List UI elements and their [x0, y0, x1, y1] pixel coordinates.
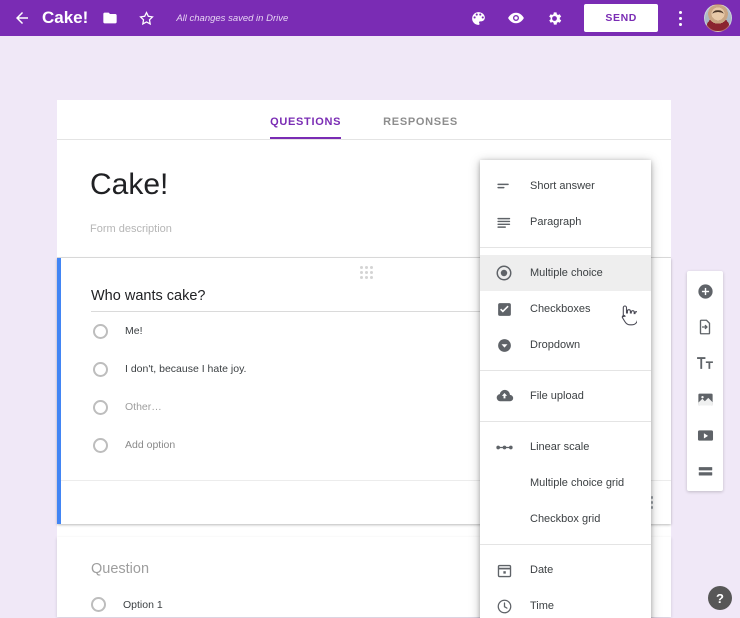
menu-label: Checkboxes	[530, 303, 591, 315]
add-image-button[interactable]	[692, 386, 718, 412]
radio-icon	[93, 438, 108, 453]
help-button[interactable]: ?	[708, 586, 732, 610]
menu-separator	[480, 421, 651, 422]
radio-icon[interactable]	[93, 324, 108, 339]
tab-questions[interactable]: QUESTIONS	[270, 116, 341, 139]
radio-grid-icon	[494, 473, 514, 493]
paragraph-icon	[494, 212, 514, 232]
menu-item-multiple-choice-grid[interactable]: Multiple choice grid	[480, 465, 651, 501]
add-option-label[interactable]: Add option	[125, 439, 175, 451]
gear-settings-icon[interactable]	[540, 4, 568, 32]
checkbox-grid-icon	[494, 509, 514, 529]
add-title-button[interactable]	[692, 350, 718, 376]
dropdown-arrow-icon	[494, 335, 514, 355]
send-button[interactable]: SEND	[584, 4, 658, 32]
checkbox-checked-icon	[494, 299, 514, 319]
linear-scale-icon	[494, 437, 514, 457]
form-tabs: QUESTIONS RESPONSES	[57, 100, 671, 140]
cloud-upload-icon	[494, 386, 514, 406]
next-option-label[interactable]: Option 1	[123, 599, 163, 611]
menu-label: Multiple choice grid	[530, 477, 624, 489]
option-label[interactable]: I don't, because I hate joy.	[125, 363, 246, 375]
back-icon[interactable]	[8, 4, 36, 32]
add-video-button[interactable]	[692, 422, 718, 448]
star-outline-icon[interactable]	[132, 4, 160, 32]
add-section-button[interactable]	[692, 458, 718, 484]
menu-item-paragraph[interactable]: Paragraph	[480, 204, 651, 240]
menu-label: Linear scale	[530, 441, 589, 453]
menu-separator	[480, 370, 651, 371]
option-label[interactable]: Me!	[125, 325, 143, 337]
menu-item-short-answer[interactable]: Short answer	[480, 168, 651, 204]
menu-item-linear-scale[interactable]: Linear scale	[480, 429, 651, 465]
menu-separator	[480, 544, 651, 545]
save-status-text: All changes saved in Drive	[176, 13, 288, 24]
menu-label: Multiple choice	[530, 267, 603, 279]
radio-icon[interactable]	[93, 400, 108, 415]
question-type-menu: Short answer Paragraph Multiple choice C…	[480, 160, 651, 618]
menu-item-time[interactable]: Time	[480, 588, 651, 618]
menu-item-checkbox-grid[interactable]: Checkbox grid	[480, 501, 651, 537]
calendar-icon	[494, 560, 514, 580]
user-avatar[interactable]	[704, 4, 732, 32]
insert-toolbar	[687, 271, 723, 491]
tab-responses[interactable]: RESPONSES	[383, 116, 458, 139]
header-form-title[interactable]: Cake!	[42, 8, 88, 28]
radio-icon[interactable]	[93, 362, 108, 377]
menu-label: Checkbox grid	[530, 513, 600, 525]
option-label-other[interactable]: Other…	[125, 401, 162, 413]
app-header: Cake! All changes saved in Drive SEND	[0, 0, 740, 36]
menu-item-checkboxes[interactable]: Checkboxes	[480, 291, 651, 327]
menu-separator	[480, 247, 651, 248]
import-questions-button[interactable]	[692, 314, 718, 340]
header-actions: SEND	[464, 4, 732, 32]
clock-icon	[494, 596, 514, 616]
more-vertical-icon[interactable]	[670, 5, 690, 31]
eye-preview-icon[interactable]	[502, 4, 530, 32]
menu-item-multiple-choice[interactable]: Multiple choice	[480, 255, 651, 291]
menu-label: Date	[530, 564, 553, 576]
radio-selected-icon	[494, 263, 514, 283]
menu-item-file-upload[interactable]: File upload	[480, 378, 651, 414]
menu-item-dropdown[interactable]: Dropdown	[480, 327, 651, 363]
menu-label: Short answer	[530, 180, 595, 192]
menu-label: File upload	[530, 390, 584, 402]
add-question-button[interactable]	[692, 278, 718, 304]
palette-icon[interactable]	[464, 4, 492, 32]
menu-label: Time	[530, 600, 554, 612]
menu-label: Dropdown	[530, 339, 580, 351]
menu-label: Paragraph	[530, 216, 581, 228]
short-answer-icon	[494, 176, 514, 196]
radio-icon[interactable]	[91, 597, 106, 612]
folder-icon[interactable]	[96, 4, 124, 32]
menu-item-date[interactable]: Date	[480, 552, 651, 588]
